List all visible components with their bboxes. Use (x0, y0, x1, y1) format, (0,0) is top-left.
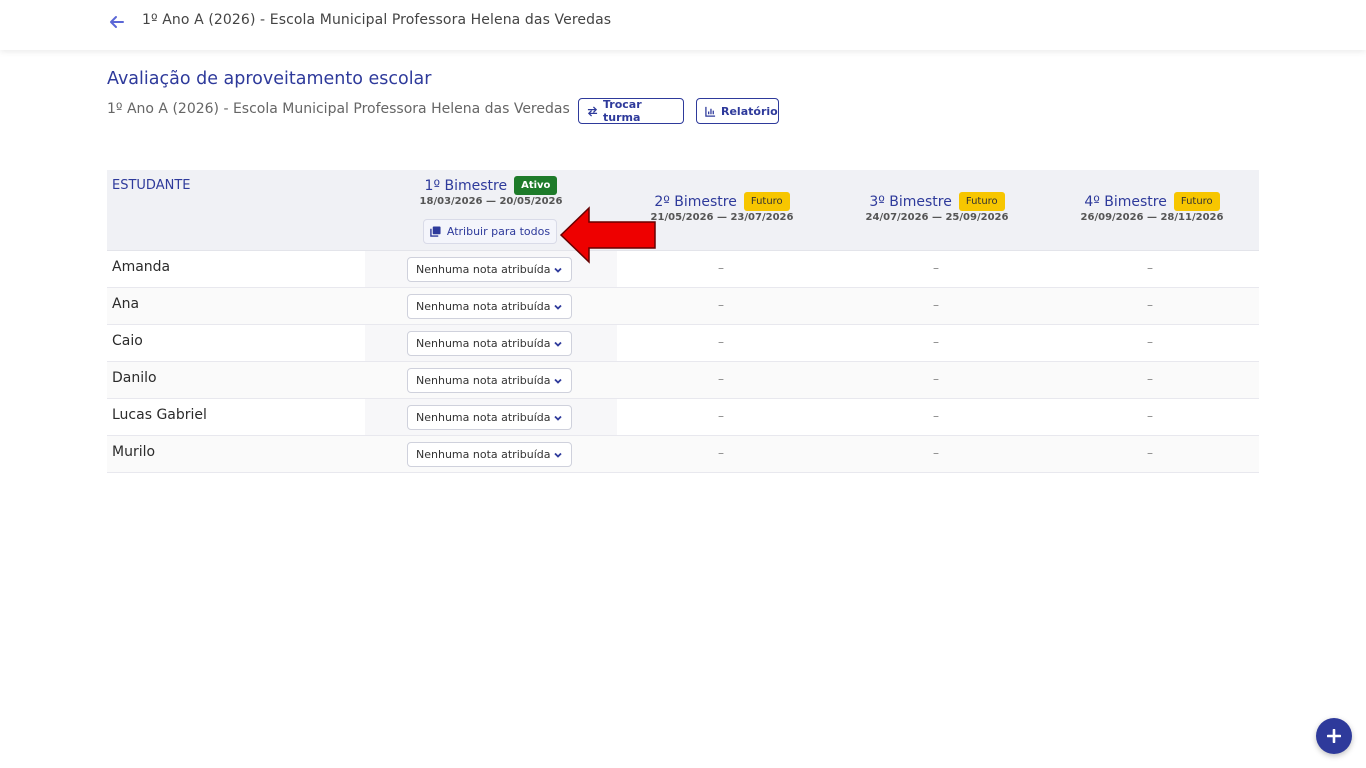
grade-select-value: Nenhuma nota atribuída (416, 263, 551, 276)
empty-grade: – (718, 409, 724, 423)
bimester-name: 2º Bimestre (654, 193, 737, 210)
empty-grade: – (933, 372, 939, 386)
bimester-3-header: 3º Bimestre Futuro 24/07/2026 — 25/09/20… (832, 192, 1042, 223)
plus-icon (1327, 729, 1341, 743)
table-row: Murilo Nenhuma nota atribuída – – – (107, 436, 1259, 473)
table-header: ESTUDANTE 1º Bimestre Ativo 18/03/2026 —… (107, 170, 1259, 251)
empty-grade: – (718, 335, 724, 349)
add-button[interactable] (1316, 718, 1352, 754)
bimester-1-header: 1º Bimestre Ativo 18/03/2026 — 20/05/202… (365, 176, 617, 207)
empty-grade: – (1147, 298, 1153, 312)
assign-all-button[interactable]: Atribuir para todos (423, 219, 557, 244)
trocar-turma-label: Trocar turma (603, 98, 642, 124)
chevron-down-icon (554, 267, 562, 273)
empty-grade: – (1147, 409, 1153, 423)
empty-grade: – (718, 446, 724, 460)
empty-grade: – (1147, 446, 1153, 460)
bimester-dates: 26/09/2026 — 28/11/2026 (1080, 212, 1224, 223)
empty-grade: – (933, 446, 939, 460)
student-name: Murilo (112, 444, 156, 460)
student-name: Caio (112, 333, 143, 349)
relatorio-button[interactable]: Relatório (696, 98, 779, 124)
grade-select[interactable]: Nenhuma nota atribuída (407, 405, 572, 430)
student-name: Ana (112, 296, 140, 312)
header-title: 1º Ano A (2026) - Escola Municipal Profe… (142, 12, 612, 28)
chevron-down-icon (554, 452, 562, 458)
grade-select-value: Nenhuma nota atribuída (416, 300, 551, 313)
grade-select[interactable]: Nenhuma nota atribuída (407, 257, 572, 282)
empty-grade: – (1147, 372, 1153, 386)
empty-grade: – (718, 298, 724, 312)
relatorio-label: Relatório (721, 104, 778, 118)
empty-grade: – (933, 335, 939, 349)
status-badge: Futuro (958, 192, 1005, 211)
copy-icon (430, 226, 441, 237)
bimester-4-header: 4º Bimestre Futuro 26/09/2026 — 28/11/20… (1047, 192, 1257, 223)
table-row: Ana Nenhuma nota atribuída – – – (107, 288, 1259, 325)
grade-select-value: Nenhuma nota atribuída (416, 448, 551, 461)
student-column-header: ESTUDANTE (112, 178, 191, 193)
back-arrow-icon[interactable] (108, 13, 126, 31)
table-row: Lucas Gabriel Nenhuma nota atribuída – –… (107, 399, 1259, 436)
grade-select[interactable]: Nenhuma nota atribuída (407, 331, 572, 356)
grades-table: ESTUDANTE 1º Bimestre Ativo 18/03/2026 —… (107, 170, 1259, 473)
grade-select-value: Nenhuma nota atribuída (416, 411, 551, 424)
student-name: Lucas Gabriel (112, 407, 207, 423)
swap-icon (587, 105, 598, 117)
bar-chart-icon (705, 106, 716, 117)
empty-grade: – (933, 409, 939, 423)
grade-select[interactable]: Nenhuma nota atribuída (407, 294, 572, 319)
chevron-down-icon (554, 415, 562, 421)
table-row: Danilo Nenhuma nota atribuída – – – (107, 362, 1259, 399)
top-bar: 1º Ano A (2026) - Escola Municipal Profe… (0, 0, 1366, 50)
page-title: Avaliação de aproveitamento escolar (107, 69, 432, 89)
grade-select-value: Nenhuma nota atribuída (416, 374, 551, 387)
status-badge: Futuro (743, 192, 790, 211)
empty-grade: – (933, 261, 939, 275)
student-name: Danilo (112, 370, 157, 386)
empty-grade: – (718, 372, 724, 386)
bimester-name: 1º Bimestre (424, 177, 508, 194)
status-badge: Ativo (514, 176, 558, 195)
student-name: Amanda (112, 259, 171, 275)
chevron-down-icon (554, 378, 562, 384)
empty-grade: – (718, 261, 724, 275)
chevron-down-icon (554, 304, 562, 310)
assign-all-label: Atribuir para todos (446, 225, 551, 238)
chevron-down-icon (554, 341, 562, 347)
empty-grade: – (933, 298, 939, 312)
table-body: Amanda Nenhuma nota atribuída – – – Ana … (107, 251, 1259, 473)
table-row: Caio Nenhuma nota atribuída – – – (107, 325, 1259, 362)
grade-select[interactable]: Nenhuma nota atribuída (407, 368, 572, 393)
empty-grade: – (1147, 335, 1153, 349)
red-arrow-icon (559, 206, 656, 264)
bimester-dates: 24/07/2026 — 25/09/2026 (865, 212, 1009, 223)
bimester-name: 3º Bimestre (869, 193, 952, 210)
bimester-name: 4º Bimestre (1084, 193, 1167, 210)
trocar-turma-button[interactable]: Trocar turma (578, 98, 684, 124)
status-badge: Futuro (1173, 192, 1220, 211)
grade-select-value: Nenhuma nota atribuída (416, 337, 551, 350)
empty-grade: – (1147, 261, 1153, 275)
grade-select[interactable]: Nenhuma nota atribuída (407, 442, 572, 467)
page-subtitle: 1º Ano A (2026) - Escola Municipal Profe… (107, 101, 570, 117)
table-row: Amanda Nenhuma nota atribuída – – – (107, 251, 1259, 288)
